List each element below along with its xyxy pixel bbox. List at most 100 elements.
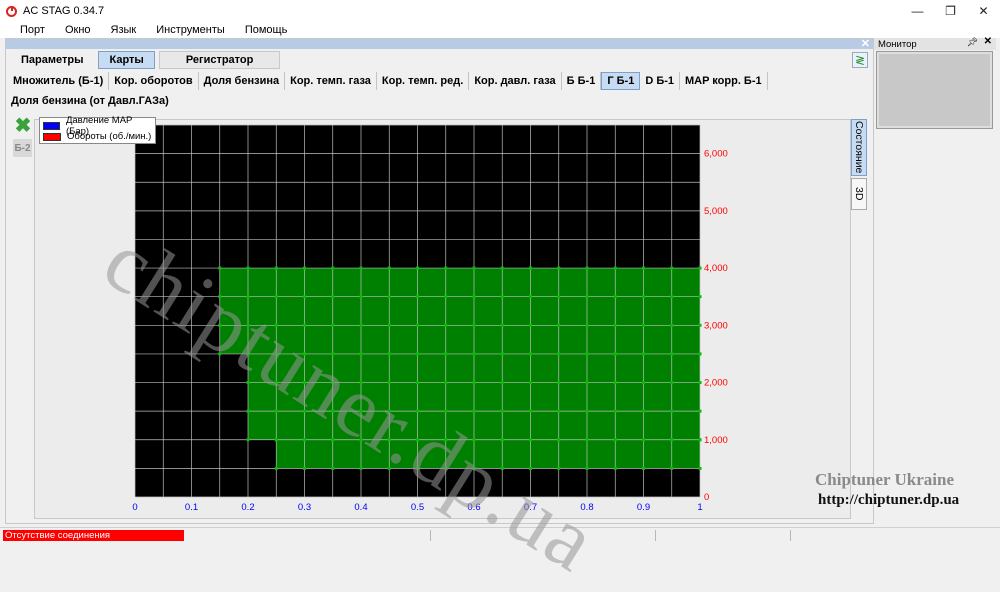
tab-map-correction-bank1[interactable]: MAP корр. Б-1: [680, 72, 768, 90]
tab-g-bank1[interactable]: Г Б-1: [601, 72, 641, 90]
cell-node-marker: [670, 352, 674, 356]
cell-node-marker: [359, 381, 363, 385]
x-tick-label: 0: [132, 502, 137, 513]
cell-node-marker: [529, 438, 532, 442]
y-tick-label: 5,000: [704, 206, 728, 217]
minimize-button[interactable]: —: [901, 0, 934, 22]
cell-node-marker: [303, 352, 306, 356]
cell-node-marker: [557, 438, 561, 442]
cell-node-marker: [642, 323, 645, 327]
legend-swatch-map: [43, 121, 60, 130]
cell-node-marker: [387, 266, 391, 270]
chart-legend: Давление MAP (Бар) Обороты (об./мин.): [39, 115, 156, 144]
x-tick-label: 1: [697, 502, 702, 513]
close-button[interactable]: ✕: [967, 0, 1000, 22]
x-tick-label: 0.1: [185, 502, 198, 513]
menu-help[interactable]: Помощь: [245, 24, 288, 36]
cell-node-marker: [387, 438, 391, 442]
menu-language[interactable]: Язык: [111, 24, 137, 36]
menu-tools[interactable]: Инструменты: [156, 24, 225, 36]
cell-node-marker: [331, 466, 335, 470]
tab-3d[interactable]: 3D: [851, 178, 867, 210]
cell-node-marker: [557, 266, 561, 270]
tab-gas-temp-correction[interactable]: Кор. темп. газа: [285, 72, 377, 90]
map-tabs: Множитель (Б-1) Кор. оборотов Доля бензи…: [8, 72, 768, 90]
cell-node-marker: [416, 381, 419, 385]
cell-node-marker: [274, 438, 278, 442]
y-tick-label: 3,000: [704, 320, 728, 331]
y-tick-label: 6,000: [704, 149, 728, 160]
cell-node-marker: [359, 438, 363, 442]
cell-node-marker: [585, 381, 589, 385]
x-tick-label: 0.6: [467, 502, 480, 513]
cell-node-marker: [246, 266, 250, 270]
tab-b-bank1[interactable]: Б Б-1: [562, 72, 602, 90]
cell-node-marker: [642, 466, 645, 470]
cell-node-marker: [613, 466, 617, 470]
x-tick-label: 0.9: [637, 502, 650, 513]
legend-item-map-pressure: Давление MAP (Бар): [43, 115, 152, 137]
cell-node-marker: [303, 295, 306, 299]
bank2-button[interactable]: Б-2: [13, 139, 32, 157]
cell-node-marker: [444, 466, 448, 470]
cell-node-marker: [557, 466, 561, 470]
tab-status[interactable]: Состояние: [851, 119, 867, 176]
watermark-brand: Chiptuner Ukraine: [815, 470, 955, 489]
cell-node-marker: [642, 409, 645, 413]
plot-frame: 0 0.1 0.2 0.3 0.4 0.5 0.6 0.7 0.8 0.9 1 0 1,000 2,000…: [34, 119, 851, 519]
menu-port[interactable]: Порт: [20, 24, 45, 36]
tab-parameters[interactable]: Параметры: [10, 51, 94, 69]
x-tick-label: 0.8: [580, 502, 593, 513]
tab-reducer-temp-correction[interactable]: Кор. темп. ред.: [377, 72, 470, 90]
map-title: Доля бензина (от Давл.ГАЗа): [11, 95, 169, 107]
cell-node-marker: [557, 381, 561, 385]
cell-node-marker: [246, 438, 250, 442]
cell-node-marker: [613, 409, 617, 413]
cell-node-marker: [585, 438, 589, 442]
cell-node-marker: [670, 466, 674, 470]
menu-bar: Порт Окно Язык Инструменты Помощь: [0, 22, 1000, 38]
cell-node-marker: [585, 295, 589, 299]
cell-node-marker: [387, 466, 391, 470]
menu-window[interactable]: Окно: [65, 24, 91, 36]
cell-node-marker: [331, 409, 335, 413]
tab-d-bank1[interactable]: D Б-1: [640, 72, 680, 90]
cell-node-marker: [416, 266, 419, 270]
cell-node-marker: [472, 381, 476, 385]
cell-node-marker: [642, 381, 645, 385]
cell-node-marker: [670, 266, 674, 270]
pin-icon[interactable]: 📌︎: [967, 37, 978, 48]
cell-node-marker: [303, 381, 306, 385]
cell-node-marker: [642, 266, 645, 270]
tab-gas-pressure-correction[interactable]: Кор. давл. газа: [469, 72, 562, 90]
cell-node-marker: [218, 352, 222, 356]
cell-node-marker: [218, 266, 222, 270]
clear-map-icon[interactable]: ✖: [13, 116, 33, 136]
cell-node-marker: [387, 409, 391, 413]
cell-node-marker: [359, 266, 363, 270]
cell-node-marker: [246, 381, 250, 385]
cell-node-marker: [472, 266, 476, 270]
cell-node-marker: [444, 266, 448, 270]
cell-node-marker: [274, 409, 278, 413]
monitor-close-icon[interactable]: ✕: [984, 36, 992, 47]
cell-node-marker: [303, 323, 306, 327]
tab-multiplier[interactable]: Множитель (Б-1): [8, 72, 110, 90]
window-controls: — ❐ ✕: [901, 0, 1000, 22]
pane-close-icon[interactable]: ✕: [861, 37, 870, 50]
monitor-title: Монитор: [878, 38, 917, 50]
cell-node-marker: [698, 266, 702, 270]
tab-logger[interactable]: Регистратор: [158, 51, 281, 69]
status-divider: [790, 530, 791, 541]
map-chart[interactable]: 0 0.1 0.2 0.3 0.4 0.5 0.6 0.7 0.8 0.9 101,0002,000…: [35, 120, 852, 520]
tab-maps[interactable]: Карты: [98, 51, 155, 69]
tab-petrol-share[interactable]: Доля бензина: [199, 72, 286, 90]
cell-node-marker: [698, 438, 702, 442]
restore-button[interactable]: ❐: [934, 0, 967, 22]
cell-node-marker: [529, 323, 532, 327]
cell-node-marker: [500, 466, 504, 470]
tab-rpm-correction[interactable]: Кор. оборотов: [109, 72, 199, 90]
calibrate-tool-icon[interactable]: ≷: [852, 52, 868, 68]
cell-node-marker: [274, 266, 278, 270]
legend-label-rpm: Обороты (об./мин.): [67, 131, 152, 142]
